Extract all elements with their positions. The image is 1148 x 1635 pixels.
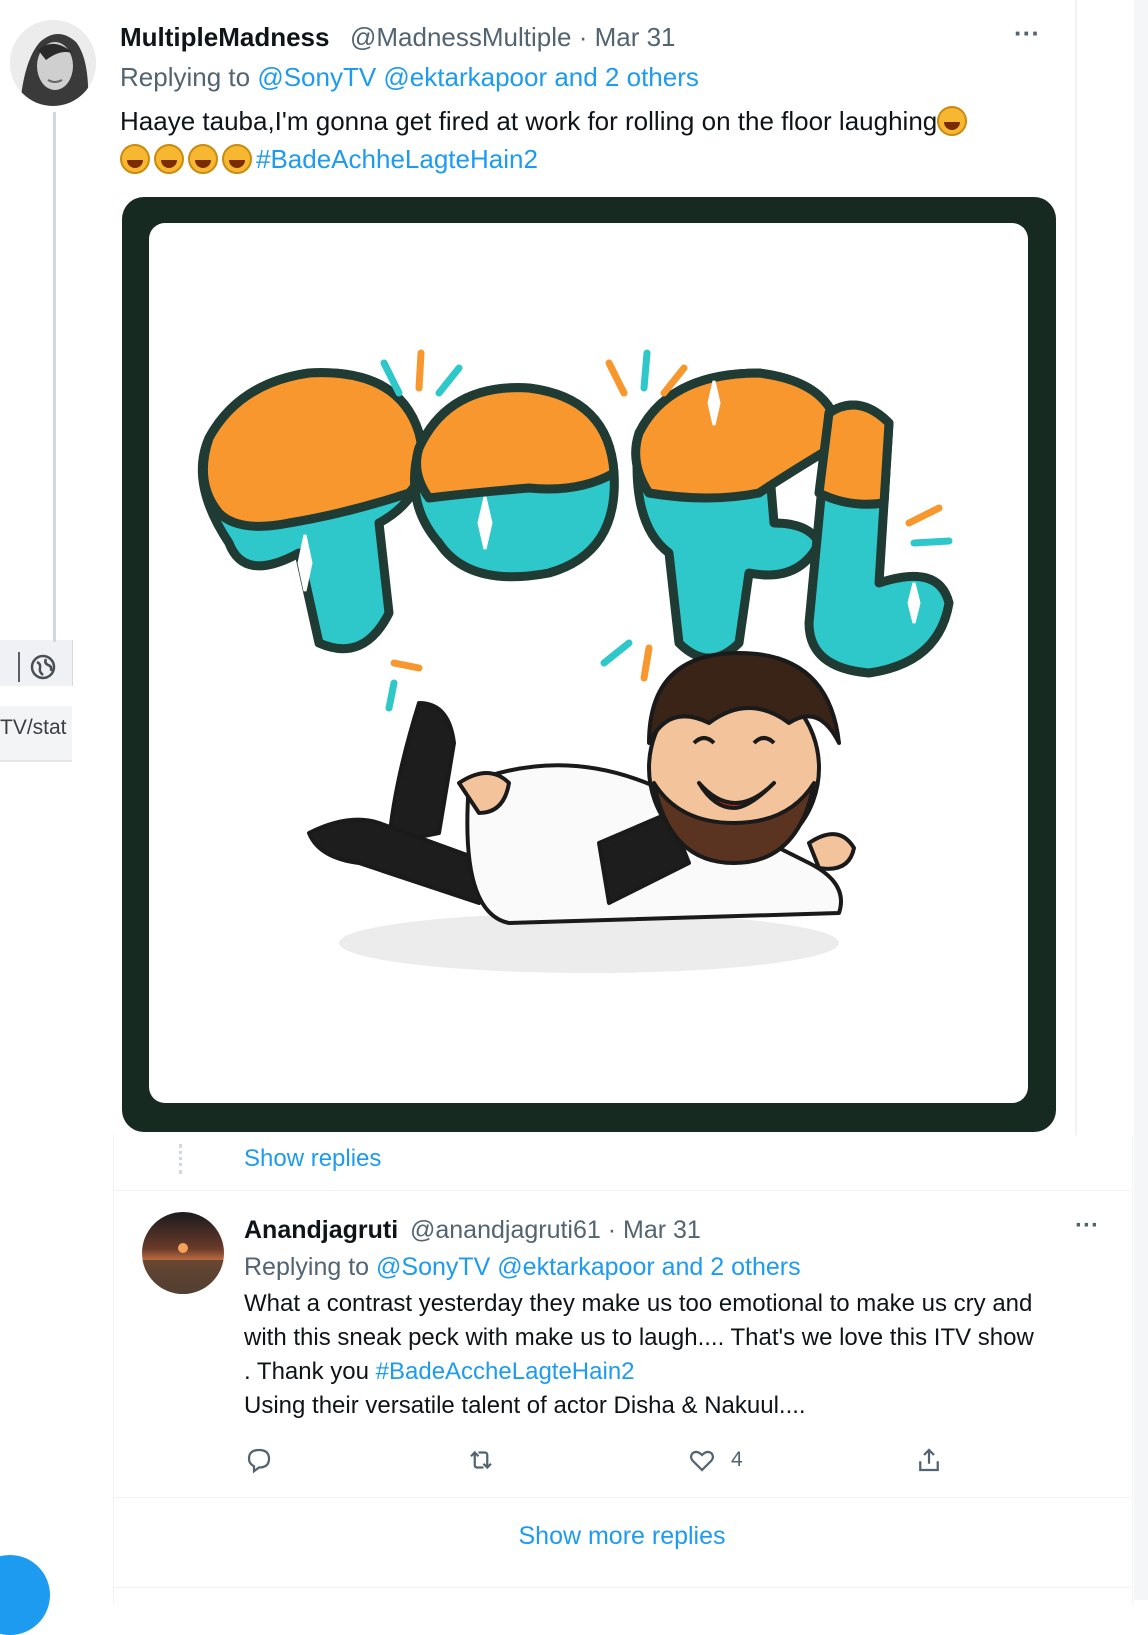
show-more-replies-link[interactable]: Show more replies	[0, 1522, 1148, 1551]
sidebar-edge	[1134, 0, 1148, 1600]
rofl-emoji-icon	[222, 144, 252, 174]
divider	[113, 1587, 1131, 1588]
reply-card-divider	[113, 1190, 1131, 1191]
thread-connector-line	[53, 112, 56, 642]
rofl-sticker-illustration	[197, 349, 954, 973]
replying-to-link[interactable]: @SonyTV @ektarkapoor and 2 others	[257, 62, 699, 92]
hashtag-link[interactable]: #BadeAchheLagteHain2	[256, 144, 538, 174]
tweet-text-line: Using their versatile talent of actor Di…	[244, 1392, 806, 1419]
retweet-button[interactable]	[466, 1443, 496, 1477]
replying-prefix: Replying to	[244, 1253, 377, 1281]
share-button[interactable]	[914, 1443, 944, 1477]
tweet-actions: 4	[244, 1443, 984, 1483]
tweet-text: Haaye tauba,I'm gonna get fired at work …	[120, 102, 1040, 178]
more-options-icon[interactable]: ···	[1014, 18, 1040, 49]
rofl-emoji-icon	[120, 144, 150, 174]
tweet-text-line: Haaye tauba,I'm gonna get fired at work …	[120, 106, 938, 136]
replying-to: Replying to @SonyTV @ektarkapoor and 2 o…	[244, 1253, 801, 1282]
rofl-sticker[interactable]	[149, 223, 1028, 1103]
rofl-emoji-icon	[188, 144, 218, 174]
more-options-icon[interactable]: ···	[1075, 1212, 1099, 1240]
rofl-emoji-icon	[154, 144, 184, 174]
timeline-border	[1075, 0, 1077, 1135]
replying-to: Replying to @SonyTV @ektarkapoor and 2 o…	[120, 62, 699, 93]
display-name[interactable]: Anandjagruti	[244, 1216, 398, 1245]
compose-fab-button[interactable]	[0, 1555, 50, 1635]
hashtag-link[interactable]: #BadeAccheLagteHain2	[376, 1358, 635, 1385]
display-name[interactable]: MultipleMadness	[120, 22, 329, 53]
heart-icon	[689, 1450, 715, 1472]
replying-to-link[interactable]: @SonyTV @ektarkapoor and 2 others	[376, 1253, 801, 1281]
sunset-avatar-icon	[142, 1243, 224, 1294]
avatar-portrait-icon	[10, 20, 96, 106]
tweet-text-fragment: . Thank you	[244, 1358, 376, 1385]
reply-button[interactable]	[244, 1443, 274, 1477]
handle-and-date[interactable]: @anandjagruti61 · Mar 31	[410, 1216, 701, 1245]
handle-and-date[interactable]: @MadnessMultiple · Mar 31	[350, 22, 676, 53]
like-button[interactable]: 4	[687, 1443, 743, 1477]
toolbar-separator	[18, 652, 20, 682]
retweet-icon	[470, 1450, 492, 1470]
avatar[interactable]	[10, 20, 96, 106]
tweet-text-line: . Thank you #BadeAccheLagteHain2	[244, 1355, 1104, 1389]
avatar[interactable]	[142, 1212, 224, 1294]
like-count: 4	[731, 1448, 743, 1471]
tweet-text: What a contrast yesterday they make us t…	[244, 1287, 1104, 1423]
divider	[113, 1497, 1131, 1498]
globe-icon[interactable]	[30, 654, 56, 680]
tweet-text-line: with this sneak peck with make us to lau…	[244, 1324, 1034, 1351]
tweet-text-line: What a contrast yesterday they make us t…	[244, 1290, 1033, 1317]
replying-prefix: Replying to	[120, 62, 258, 92]
url-fragment: TV/stat	[0, 716, 67, 739]
share-icon	[919, 1448, 939, 1472]
rofl-emoji-icon	[937, 106, 968, 136]
reply-icon	[247, 1448, 271, 1474]
